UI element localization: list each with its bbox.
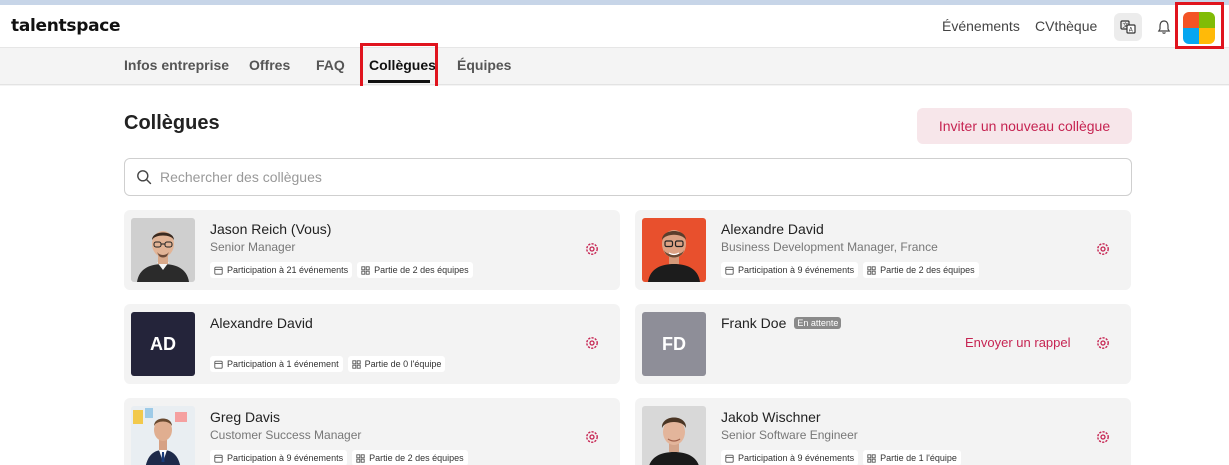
teams-icon bbox=[867, 265, 876, 275]
gear-icon[interactable] bbox=[1095, 241, 1111, 257]
notifications-button[interactable] bbox=[1150, 13, 1178, 41]
avatar bbox=[642, 218, 706, 282]
colleague-role: Senior Software Engineer bbox=[721, 428, 858, 442]
colleague-name: Jason Reich (Vous) bbox=[210, 221, 332, 237]
teams-count: Partie de 0 l'équipe bbox=[364, 359, 442, 369]
events-count: Participation à 9 événements bbox=[738, 453, 855, 463]
colleague-card[interactable]: Greg Davis Customer Success Manager Part… bbox=[124, 398, 620, 465]
avatar bbox=[131, 218, 195, 282]
events-chip: Participation à 9 événements bbox=[721, 450, 859, 465]
colleague-name: Alexandre David bbox=[210, 315, 313, 331]
colleague-role: Customer Success Manager bbox=[210, 428, 362, 442]
events-chip: Participation à 1 événement bbox=[210, 356, 343, 372]
active-tab-indicator bbox=[368, 80, 430, 83]
events-count: Participation à 1 événement bbox=[227, 359, 339, 369]
tab-teams[interactable]: Équipes bbox=[457, 57, 511, 73]
avatar-initials: FD bbox=[642, 312, 706, 376]
teams-chip: Partie de 2 des équipes bbox=[352, 450, 468, 465]
teams-icon bbox=[867, 453, 876, 463]
calendar-icon bbox=[725, 266, 734, 275]
teams-count: Partie de 2 des équipes bbox=[369, 453, 464, 463]
company-avatar[interactable] bbox=[1183, 12, 1215, 44]
nav-events[interactable]: Événements bbox=[942, 18, 1020, 34]
tab-colleagues[interactable]: Collègues bbox=[369, 57, 436, 73]
language-button[interactable]: 文 A bbox=[1114, 13, 1142, 41]
events-chip: Participation à 21 événements bbox=[210, 262, 353, 278]
section-tabs: Infos entreprise Offres FAQ Collègues Éq… bbox=[0, 49, 1229, 85]
gear-icon[interactable] bbox=[1095, 335, 1111, 351]
calendar-icon bbox=[214, 454, 223, 463]
calendar-icon bbox=[725, 454, 734, 463]
translate-icon: 文 A bbox=[1120, 20, 1136, 34]
gear-icon[interactable] bbox=[584, 429, 600, 445]
gear-icon[interactable] bbox=[1095, 429, 1111, 445]
avatar-initials: AD bbox=[131, 312, 195, 376]
search-input[interactable] bbox=[160, 167, 1110, 187]
colleague-name: Greg Davis bbox=[210, 409, 281, 425]
colleague-name: Jakob Wischner bbox=[721, 409, 821, 425]
colleague-stats: Participation à 9 événements Partie de 1… bbox=[721, 450, 961, 465]
top-header: talentspace Événements CVthèque 文 A bbox=[0, 5, 1229, 48]
events-chip: Participation à 9 événements bbox=[721, 262, 859, 278]
events-chip: Participation à 9 événements bbox=[210, 450, 348, 465]
teams-icon bbox=[356, 453, 365, 463]
status-badge: En attente bbox=[794, 317, 842, 329]
teams-icon bbox=[351, 359, 361, 369]
events-count: Participation à 9 événements bbox=[738, 265, 855, 275]
calendar-icon bbox=[214, 360, 223, 369]
calendar-icon bbox=[214, 266, 223, 275]
logo[interactable]: talentspace bbox=[11, 16, 121, 36]
colleague-name-row: Frank Doe En attente bbox=[721, 315, 842, 331]
invite-colleague-button[interactable]: Inviter un nouveau collègue bbox=[917, 108, 1132, 144]
teams-chip: Partie de 0 l'équipe bbox=[347, 356, 446, 372]
colleague-card[interactable]: Jakob Wischner Senior Software Engineer … bbox=[635, 398, 1131, 465]
colleague-stats: Participation à 1 événement Partie de 0 … bbox=[210, 356, 446, 372]
teams-icon bbox=[361, 265, 370, 275]
tab-faq[interactable]: FAQ bbox=[316, 57, 345, 73]
colleague-stats: Participation à 21 événements Partie de … bbox=[210, 262, 473, 278]
gear-icon[interactable] bbox=[584, 241, 600, 257]
avatar bbox=[131, 406, 195, 465]
search-bar[interactable] bbox=[124, 158, 1132, 196]
colleague-card[interactable]: Jason Reich (Vous) Senior Manager Partic… bbox=[124, 210, 620, 290]
bell-icon bbox=[1157, 20, 1171, 34]
events-count: Participation à 21 événements bbox=[227, 265, 349, 275]
colleague-card[interactable]: FD Frank Doe En attente Envoyer un rappel bbox=[635, 304, 1131, 384]
tab-offers[interactable]: Offres bbox=[249, 57, 290, 73]
colleague-stats: Participation à 9 événements Partie de 2… bbox=[210, 450, 468, 465]
teams-count: Partie de 2 des équipes bbox=[880, 265, 975, 275]
colleague-card[interactable]: Alexandre David Business Development Man… bbox=[635, 210, 1131, 290]
main-content: Collègues Inviter un nouveau collègue Re… bbox=[0, 86, 1229, 465]
events-count: Participation à 9 événements bbox=[227, 453, 344, 463]
page-title: Collègues bbox=[124, 112, 220, 134]
avatar bbox=[642, 406, 706, 465]
teams-chip: Partie de 1 l'équipe bbox=[863, 450, 961, 465]
gear-icon[interactable] bbox=[584, 335, 600, 351]
teams-chip: Partie de 2 des équipes bbox=[357, 262, 473, 278]
tab-company-info[interactable]: Infos entreprise bbox=[124, 57, 229, 73]
send-reminder-link[interactable]: Envoyer un rappel bbox=[965, 335, 1071, 350]
teams-count: Partie de 2 des équipes bbox=[374, 265, 469, 275]
colleague-role: Business Development Manager, France bbox=[721, 240, 938, 254]
colleague-role: Senior Manager bbox=[210, 240, 296, 254]
colleague-name: Alexandre David bbox=[721, 221, 824, 237]
colleague-card[interactable]: AD Alexandre David Participation à 1 évé… bbox=[124, 304, 620, 384]
nav-cv-library[interactable]: CVthèque bbox=[1035, 18, 1097, 34]
teams-count: Partie de 1 l'équipe bbox=[880, 453, 957, 463]
teams-chip: Partie de 2 des équipes bbox=[863, 262, 979, 278]
colleague-name: Frank Doe bbox=[721, 315, 787, 331]
colleague-stats: Participation à 9 événements Partie de 2… bbox=[721, 262, 979, 278]
search-icon bbox=[137, 170, 152, 185]
